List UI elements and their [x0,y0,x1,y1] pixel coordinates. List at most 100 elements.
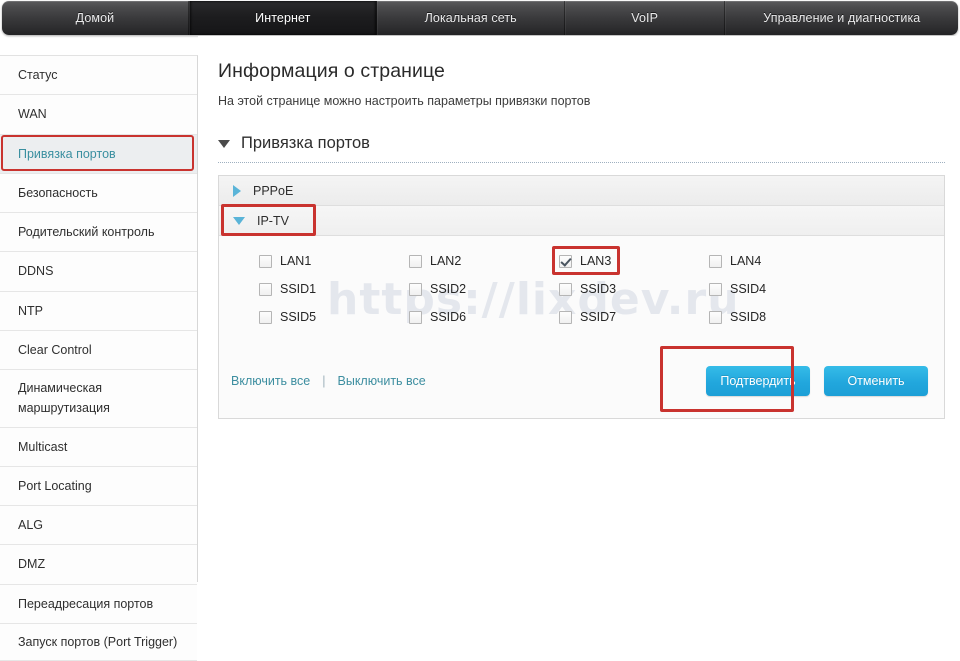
sidebar-item-label: NTP [18,303,43,318]
checkbox-ssid6[interactable]: SSID6 [409,310,559,324]
nav-tab-home[interactable]: Домой [2,1,189,35]
checkbox-label: SSID6 [430,310,467,324]
sidebar-item-label: Clear Control [18,342,92,357]
sidebar-item-clear-control[interactable]: Clear Control [0,330,197,370]
sidebar-item-alg[interactable]: ALG [0,506,197,546]
nav-tab-lan[interactable]: Локальная сеть [376,1,565,35]
top-navigation-bar: Домой Интернет Локальная сеть VoIP Управ… [0,0,960,36]
nav-tab-lan-label: Локальная сеть [424,11,517,25]
sidebar-item-status[interactable]: Статус [0,56,197,96]
sidebar-item-port-forwarding[interactable]: Переадресация портов [0,584,197,624]
link-divider: | [322,374,326,388]
checkbox-ssid7[interactable]: SSID7 [559,310,709,324]
checkbox-label: LAN1 [280,254,312,268]
section-title: Привязка портов [241,134,370,152]
checkbox-ssid8[interactable]: SSID8 [709,310,859,324]
sidebar-item-label: DMZ [18,557,46,572]
triangle-down-icon [233,216,245,225]
checkbox-box-icon[interactable] [259,310,272,324]
checkbox-box-icon[interactable] [409,254,422,268]
checkbox-label: LAN4 [730,254,762,268]
sidebar-item-label: Запуск портов (Port Trigger) [18,634,178,649]
accordion-row-iptv[interactable]: IP-TV [219,204,944,236]
accordion-row-iptv-label: IP-TV [257,213,289,228]
sidebar-item-parental-control[interactable]: Родительский контроль [0,213,197,253]
sidebar-item-multicast[interactable]: Multicast [0,427,197,467]
nav-tab-voip[interactable]: VoIP [564,1,725,35]
sidebar-item-label: Привязка портов [18,146,116,161]
sidebar-item-label: Динамическая маршрутизация [18,381,110,416]
checkbox-label: SSID5 [280,310,317,324]
checkbox-ssid3[interactable]: SSID3 [559,282,709,296]
checkbox-box-icon[interactable] [559,282,572,296]
checkbox-box-icon[interactable] [709,282,722,296]
checkbox-label: LAN3 [580,254,612,268]
sidebar: Статус WAN Привязка портов Безопасность … [0,55,198,661]
port-checkbox-grid: LAN1 LAN2 LAN3 LAN4 SSID1 SSID2 SSID3 SS… [219,246,944,324]
sidebar-item-label: Port Locating [18,478,92,493]
nav-tab-internet[interactable]: Интернет [188,1,377,35]
sidebar-item-label: Multicast [18,439,68,454]
checkbox-box-icon[interactable] [259,282,272,296]
sidebar-item-ntp[interactable]: NTP [0,291,197,331]
checkbox-box-icon[interactable] [709,310,722,324]
confirm-button[interactable]: Подтвердить [706,366,810,396]
sidebar-item-label: WAN [18,107,47,122]
nav-tab-voip-label: VoIP [631,11,659,25]
sidebar-item-label: Переадресация портов [18,596,154,611]
nav-tab-internet-label: Интернет [255,11,311,25]
checkbox-box-icon[interactable] [409,282,422,296]
checkbox-lan3[interactable]: LAN3 [552,246,709,275]
sidebar-item-ddns[interactable]: DDNS [0,252,197,292]
checkbox-label: SSID4 [730,282,767,296]
nav-tab-home-label: Домой [75,11,115,25]
sidebar-item-port-binding[interactable]: Привязка портов [0,134,197,174]
accordion-panel: PPPoE IP-TV https://lixdev.ru LAN1 LAN2 [218,175,945,419]
nav-tab-management[interactable]: Управление и диагностика [724,1,958,35]
sidebar-item-port-locating[interactable]: Port Locating [0,466,197,506]
checkbox-lan1[interactable]: LAN1 [259,254,409,268]
disable-all-link[interactable]: Выключить все [338,374,426,388]
checkbox-ssid2[interactable]: SSID2 [409,282,559,296]
triangle-right-icon [233,184,241,197]
sidebar-item-port-trigger[interactable]: Запуск портов (Port Trigger) [0,623,197,661]
section-divider [218,162,945,163]
checkbox-label: SSID1 [280,282,317,296]
sidebar-item-dynamic-routing[interactable]: Динамическая маршрутизация [0,370,197,428]
nav-tab-management-label: Управление и диагностика [763,11,921,25]
triangle-down-icon [218,139,230,148]
checkbox-box-checked-icon[interactable] [559,254,572,268]
checkbox-box-icon[interactable] [259,254,272,268]
checkbox-label: SSID7 [580,310,617,324]
checkbox-box-icon[interactable] [409,310,422,324]
accordion-row-pppoe[interactable]: PPPoE [219,176,944,206]
checkbox-ssid1[interactable]: SSID1 [259,282,409,296]
checkbox-box-icon[interactable] [559,310,572,324]
bulk-toggle-links: Включить все | Выключить все [231,374,426,388]
checkbox-ssid5[interactable]: SSID5 [259,310,409,324]
page-subtitle: На этой странице можно настроить парамет… [218,94,591,108]
checkbox-label: SSID2 [430,282,467,296]
sidebar-item-dmz[interactable]: DMZ [0,545,197,585]
sidebar-item-label: Безопасность [18,185,98,200]
checkbox-ssid4[interactable]: SSID4 [709,282,859,296]
section-header-port-binding[interactable]: Привязка портов [218,134,948,153]
checkbox-lan4[interactable]: LAN4 [709,254,859,268]
cancel-button[interactable]: Отменить [824,366,928,396]
sidebar-item-wan[interactable]: WAN [0,95,197,135]
action-bar: Включить все | Выключить все Подтвердить… [219,346,944,418]
accordion-body-iptv: https://lixdev.ru LAN1 LAN2 LAN3 LAN4 SS… [219,236,944,418]
sidebar-item-label: Статус [18,68,58,82]
checkbox-box-icon[interactable] [709,254,722,268]
checkbox-label: SSID3 [580,282,617,296]
accordion-row-pppoe-label: PPPoE [253,183,294,198]
top-nav-tabs: Домой Интернет Локальная сеть VoIP Управ… [2,1,958,35]
sidebar-item-label: ALG [18,518,44,532]
checkbox-lan2[interactable]: LAN2 [409,254,559,268]
main-content: Информация о странице На этой странице м… [198,36,960,582]
sidebar-item-label: DDNS [18,264,54,279]
enable-all-link[interactable]: Включить все [231,374,310,388]
sidebar-item-security[interactable]: Безопасность [0,173,197,213]
sidebar-item-label: Родительский контроль [18,225,155,239]
checkbox-label: SSID8 [730,310,767,324]
